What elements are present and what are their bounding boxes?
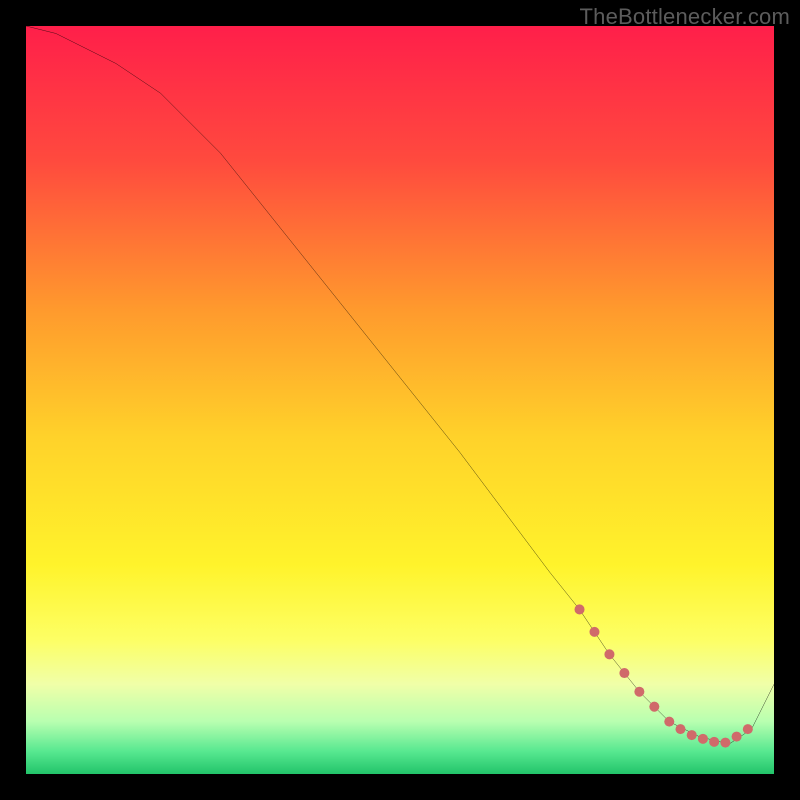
highlight-dot bbox=[720, 738, 730, 748]
highlight-dot bbox=[589, 627, 599, 637]
highlight-dot bbox=[709, 737, 719, 747]
highlight-dot bbox=[675, 724, 685, 734]
highlight-markers bbox=[575, 604, 753, 747]
highlight-dot bbox=[664, 717, 674, 727]
highlight-dot bbox=[698, 734, 708, 744]
highlight-dot bbox=[649, 702, 659, 712]
highlight-dot bbox=[575, 604, 585, 614]
highlight-dot bbox=[732, 732, 742, 742]
highlight-dot bbox=[743, 724, 753, 734]
curve-overlay bbox=[26, 26, 774, 774]
highlight-dot bbox=[634, 687, 644, 697]
bottleneck-curve bbox=[26, 26, 774, 744]
highlight-dot bbox=[687, 730, 697, 740]
plot-area bbox=[26, 26, 774, 774]
watermark-text: TheBottlenecker.com bbox=[580, 4, 790, 30]
chart-frame: TheBottlenecker.com bbox=[0, 0, 800, 800]
highlight-dot bbox=[604, 649, 614, 659]
highlight-dot bbox=[619, 668, 629, 678]
